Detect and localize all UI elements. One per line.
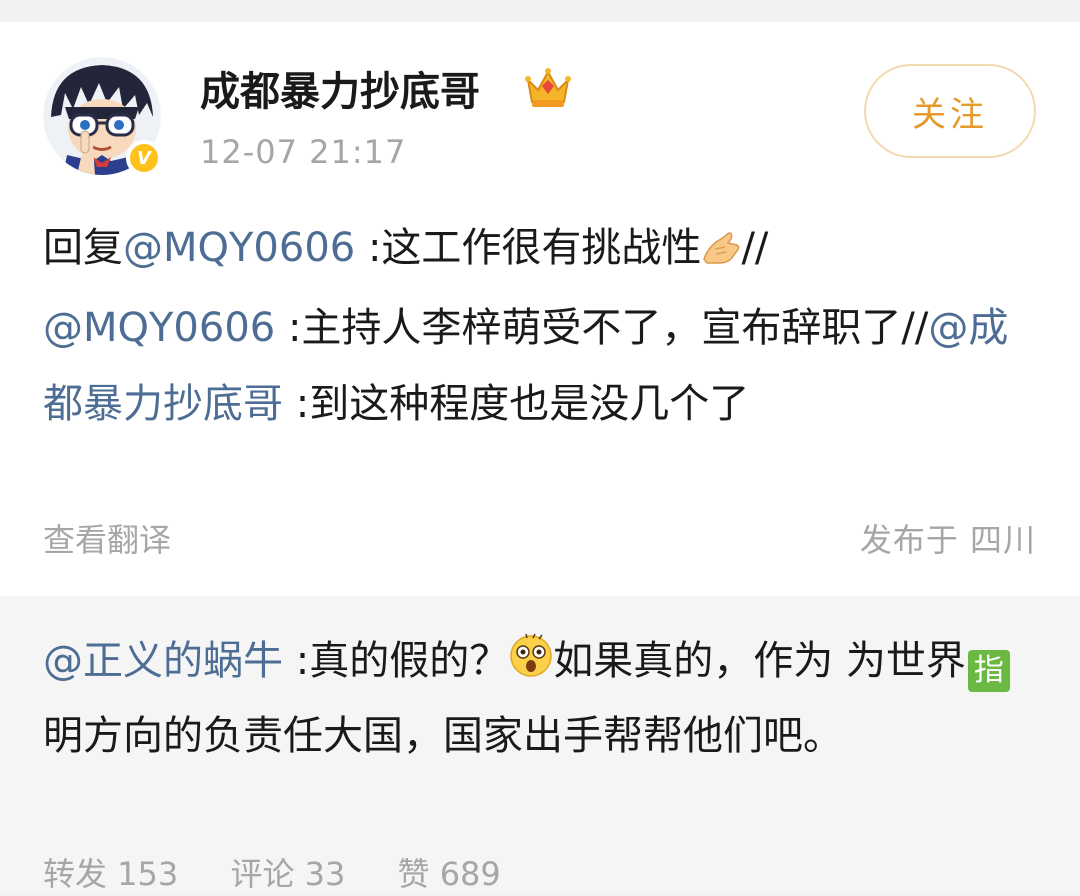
mention-link[interactable]: @正义的蜗牛 [43, 638, 283, 684]
crown-icon[interactable] [524, 66, 572, 110]
post-text: 回复 [43, 225, 123, 271]
post-card: V 成都暴力抄底哥 12-07 21:17 关注 回复@MQY0606 :这工作… [0, 22, 1080, 596]
repost-stats: 转发 153 评论 33 赞 689 [43, 852, 543, 896]
comment-count[interactable]: 评论 33 [230, 855, 345, 893]
post-text: :主持人李梓萌受不了，宣布辞职了// [275, 305, 929, 351]
post-text: :到这种程度也是没几个了 [283, 381, 750, 427]
follow-button[interactable]: 关注 [864, 64, 1036, 158]
post-timestamp: 12-07 21:17 [200, 133, 407, 171]
repost-body: @正义的蜗牛 :真的假的？ 如果真的，作为 为世界 指明方向的负责任大国，国家出手帮… [43, 626, 1043, 772]
repost-text: 如果真的，作为 为世界 [553, 638, 966, 684]
translate-link[interactable]: 查看翻译 [43, 520, 171, 560]
author-name[interactable]: 成都暴力抄底哥 [200, 66, 480, 118]
mention-link[interactable]: @MQY0606 [123, 225, 355, 271]
repost-text: :真的假的？ [283, 638, 510, 684]
post-body: 回复@MQY0606 :这工作很有挑战性//@MQY0606 :主持人李梓萌受不… [43, 210, 1043, 442]
post-text: // [741, 225, 769, 271]
post-text: :这工作很有挑战性 [355, 225, 702, 271]
zhi-badge-icon: 指 [967, 650, 1010, 692]
post-location: 发布于 四川 [859, 521, 1036, 559]
thumbs-up-emoji-icon [701, 214, 741, 290]
like-count[interactable]: 赞 689 [398, 855, 501, 893]
shocked-face-emoji-icon [509, 630, 553, 701]
reposted-content[interactable]: @正义的蜗牛 :真的假的？ 如果真的，作为 为世界 指明方向的负责任大国，国家出手帮… [0, 596, 1080, 893]
mention-link[interactable]: @MQY0606 [43, 305, 275, 351]
verified-badge: V [126, 140, 162, 176]
repost-text: 明方向的负责任大国，国家出手帮帮他们吧。 [43, 713, 843, 759]
top-divider-strip [0, 0, 1080, 22]
repost-count[interactable]: 转发 153 [43, 855, 178, 893]
